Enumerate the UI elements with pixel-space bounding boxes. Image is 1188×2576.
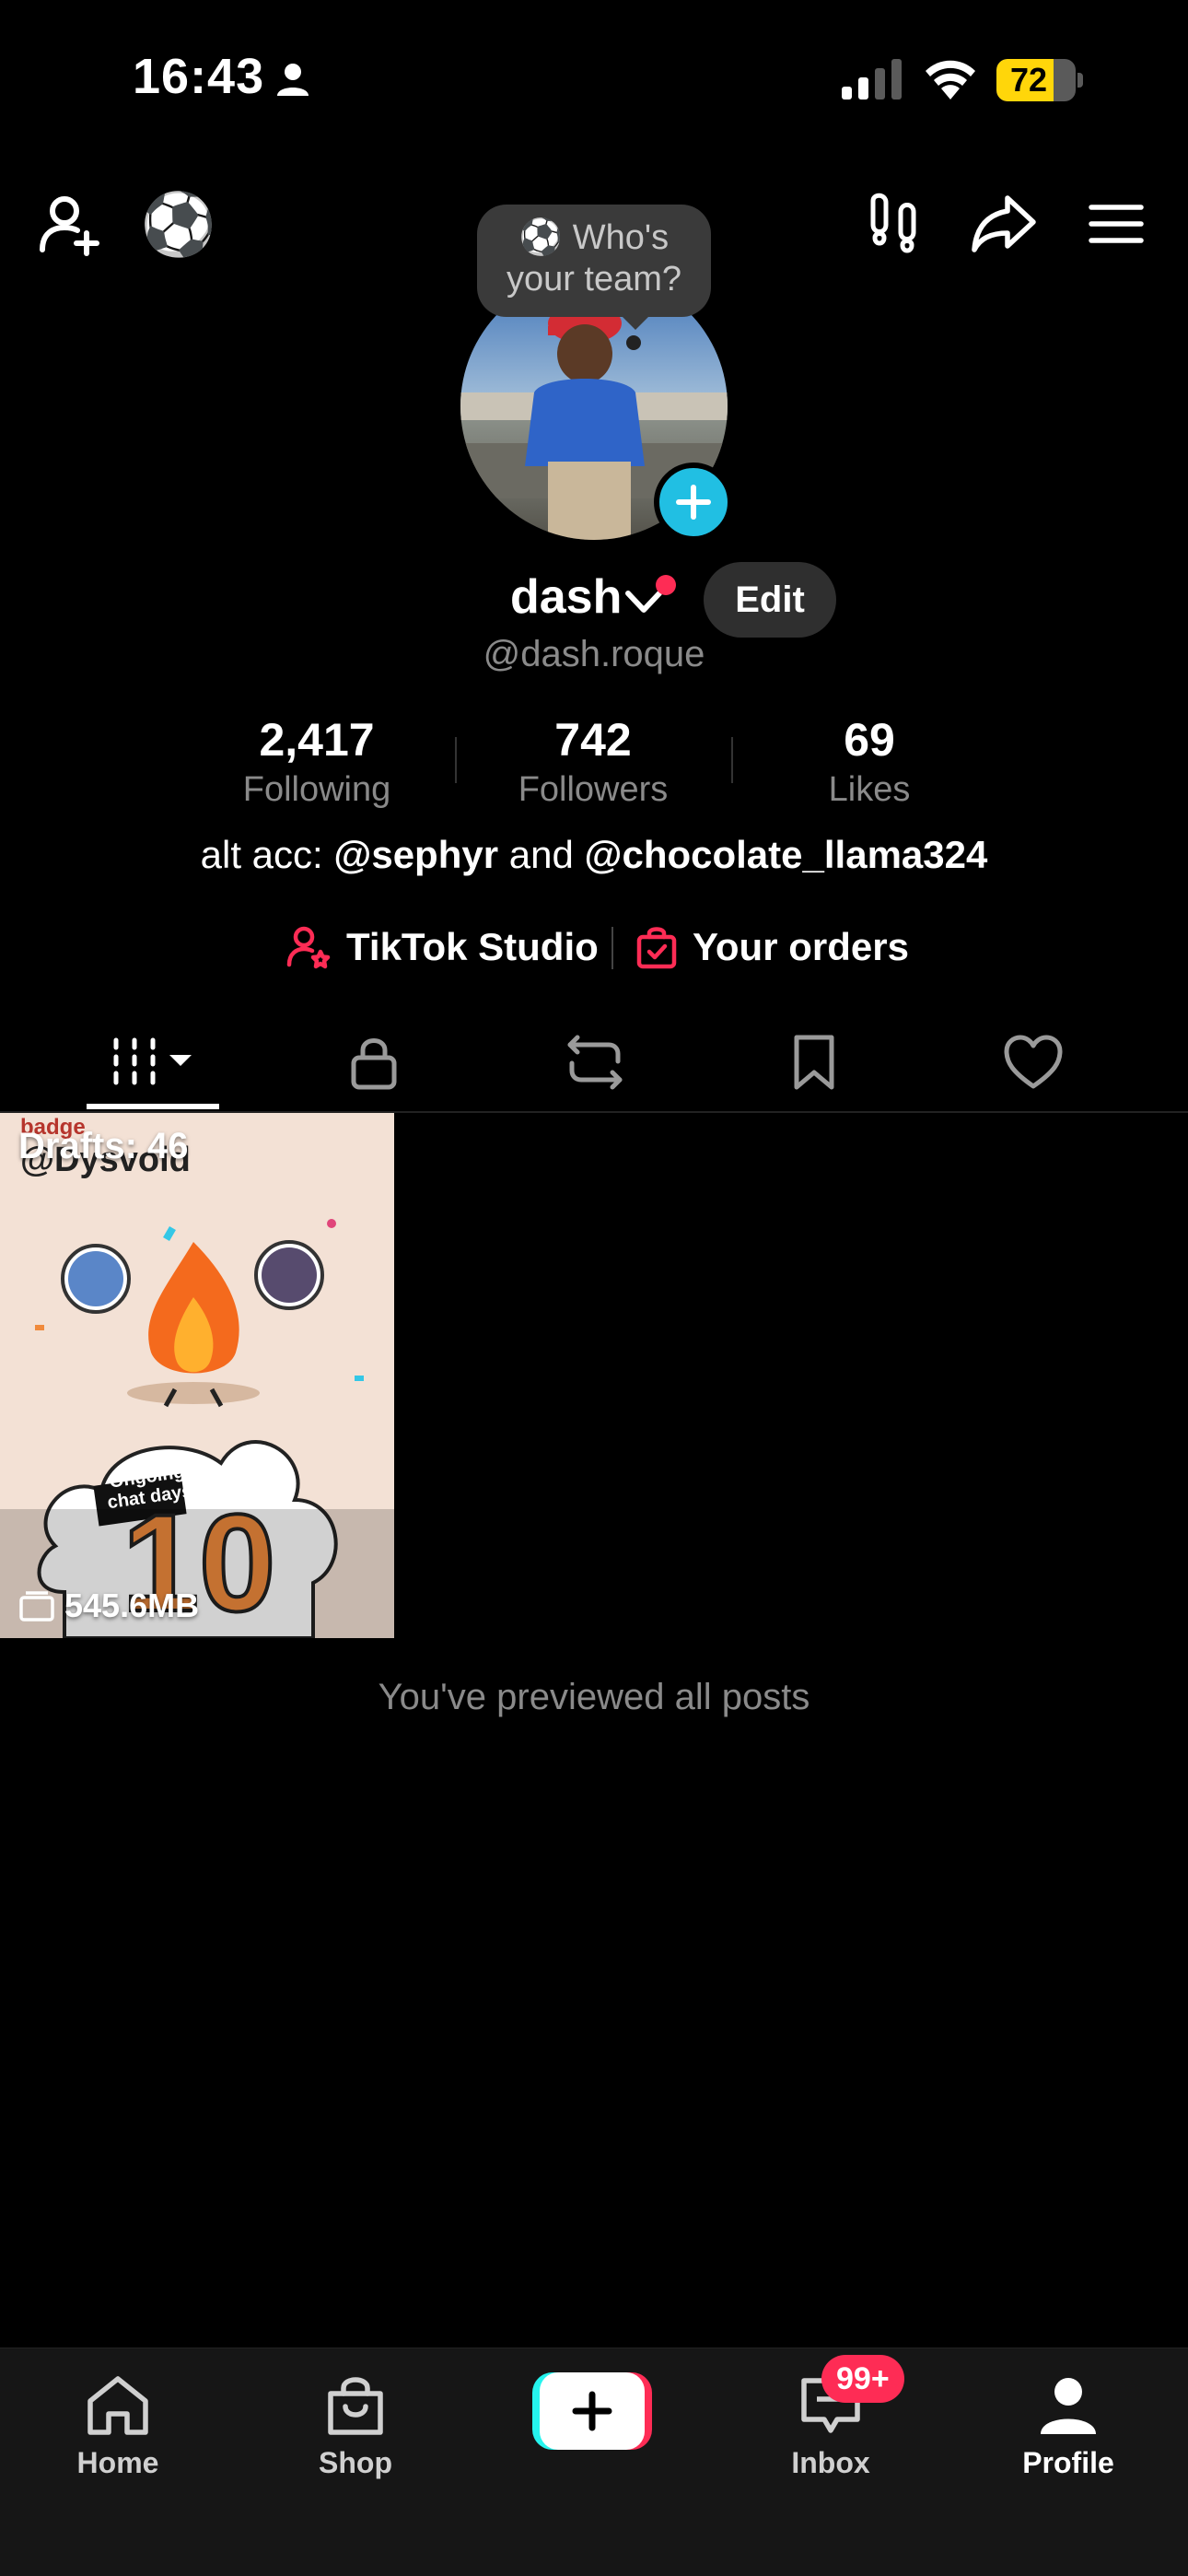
stat-label: Likes bbox=[828, 770, 911, 809]
nav-profile-label: Profile bbox=[1022, 2446, 1114, 2479]
profile-bio: alt acc: @sephyr and @chocolate_llama324 bbox=[0, 833, 1188, 877]
bio-prefix: alt acc: bbox=[200, 833, 334, 876]
videos-grid-icon bbox=[113, 1037, 192, 1085]
stat-label: Following bbox=[242, 770, 391, 809]
stat-value: 2,417 bbox=[259, 714, 375, 766]
profile-name[interactable]: dash bbox=[510, 569, 622, 625]
status-time: 16:43 bbox=[133, 49, 265, 104]
drafts-tile[interactable]: 10 badge @Dysvold Ongoing chat days Draf… bbox=[0, 1113, 394, 1638]
repost-icon bbox=[567, 1035, 623, 1090]
stat-divider bbox=[731, 737, 733, 783]
cellular-signal-icon bbox=[842, 59, 902, 100]
end-of-posts-message: You've previewed all posts bbox=[378, 1677, 810, 1717]
nav-inbox-label: Inbox bbox=[791, 2446, 870, 2479]
tab-reposts[interactable] bbox=[484, 1013, 705, 1111]
plus-icon bbox=[572, 2391, 612, 2431]
edit-profile-button[interactable]: Edit bbox=[704, 562, 836, 638]
status-bar: 16:43 72 bbox=[0, 0, 1188, 157]
create-button[interactable] bbox=[532, 2372, 652, 2450]
bio-joiner: and bbox=[498, 833, 585, 876]
bookmark-icon bbox=[794, 1035, 834, 1090]
profile-stats: 2,417 Following 742 Followers 69 Likes bbox=[0, 711, 1188, 813]
nav-home-label: Home bbox=[76, 2446, 159, 2479]
stat-value: 69 bbox=[844, 714, 895, 766]
bubble-line2: your team? bbox=[506, 260, 682, 299]
stat-divider bbox=[455, 737, 457, 783]
battery-percent: 72 bbox=[1009, 61, 1048, 99]
tiktok-studio-link[interactable]: TikTok Studio bbox=[285, 919, 599, 975]
football-emoji: ⚽ bbox=[518, 218, 564, 257]
content-tabs bbox=[0, 1013, 1188, 1113]
stat-likes[interactable]: 69 Likes bbox=[750, 711, 989, 811]
share-icon[interactable] bbox=[967, 189, 1041, 259]
notification-dot bbox=[656, 575, 676, 595]
draft-size-value: 545.6MB bbox=[64, 1587, 200, 1624]
footprints-icon[interactable] bbox=[860, 189, 930, 259]
name-row: dash Edit bbox=[0, 562, 1188, 638]
nav-shop[interactable]: Shop bbox=[273, 2369, 438, 2480]
nav-profile[interactable]: Profile bbox=[985, 2369, 1151, 2480]
add-story-button[interactable] bbox=[654, 463, 733, 542]
draft-size: 545.6MB bbox=[18, 1587, 199, 1625]
team-prompt-bubble[interactable]: ⚽ Who's your team? bbox=[477, 205, 711, 317]
stat-label: Followers bbox=[518, 770, 669, 809]
shopping-bag-icon bbox=[328, 2377, 383, 2435]
bio-mention-sephyr[interactable]: @sephyr bbox=[333, 833, 498, 876]
tiktok-studio-label: TikTok Studio bbox=[346, 925, 599, 968]
nav-home[interactable]: Home bbox=[35, 2369, 201, 2480]
your-orders-label: Your orders bbox=[693, 925, 909, 968]
stat-followers[interactable]: 742 Followers bbox=[473, 711, 713, 811]
active-tab-indicator bbox=[87, 1104, 219, 1109]
bubble-tail bbox=[619, 313, 652, 330]
nav-shop-label: Shop bbox=[319, 2446, 392, 2479]
tab-liked[interactable] bbox=[923, 1013, 1144, 1111]
bubble-line1: Who's bbox=[572, 218, 670, 257]
wifi-icon bbox=[926, 60, 975, 100]
quick-links-divider bbox=[611, 927, 613, 969]
tab-saved[interactable] bbox=[704, 1013, 925, 1111]
heart-icon bbox=[1004, 1035, 1063, 1089]
home-icon bbox=[87, 2376, 148, 2435]
add-friend-icon[interactable] bbox=[37, 189, 107, 259]
your-orders-link[interactable]: Your orders bbox=[635, 919, 909, 975]
stat-value: 742 bbox=[554, 714, 632, 766]
profile-handle: @dash.roque bbox=[483, 634, 705, 674]
studio-icon bbox=[286, 926, 331, 969]
lock-icon bbox=[351, 1038, 397, 1090]
bio-mention-chocolate-llama[interactable]: @chocolate_llama324 bbox=[585, 833, 988, 876]
storage-icon bbox=[19, 1591, 54, 1622]
profile-icon bbox=[1041, 2378, 1096, 2434]
battery-indicator: 72 bbox=[996, 59, 1083, 101]
drafts-count: Drafts: 46 bbox=[18, 1126, 189, 1166]
person-icon bbox=[277, 64, 309, 96]
tab-private[interactable] bbox=[263, 1013, 484, 1111]
bubble-dot bbox=[626, 335, 641, 350]
quick-links: TikTok Studio Your orders bbox=[0, 919, 1188, 975]
football-icon[interactable]: ⚽ bbox=[141, 189, 216, 259]
bottom-nav: Home Shop Inbox Profile bbox=[0, 2348, 1188, 2576]
stat-following[interactable]: 2,417 Following bbox=[197, 711, 437, 811]
draft-thumbnail: 10 bbox=[0, 1113, 394, 1638]
inbox-badge: 99+ bbox=[821, 2355, 904, 2403]
menu-icon[interactable] bbox=[1079, 189, 1153, 259]
shopping-bag-check-icon bbox=[636, 927, 677, 969]
tab-videos[interactable] bbox=[42, 1013, 263, 1111]
